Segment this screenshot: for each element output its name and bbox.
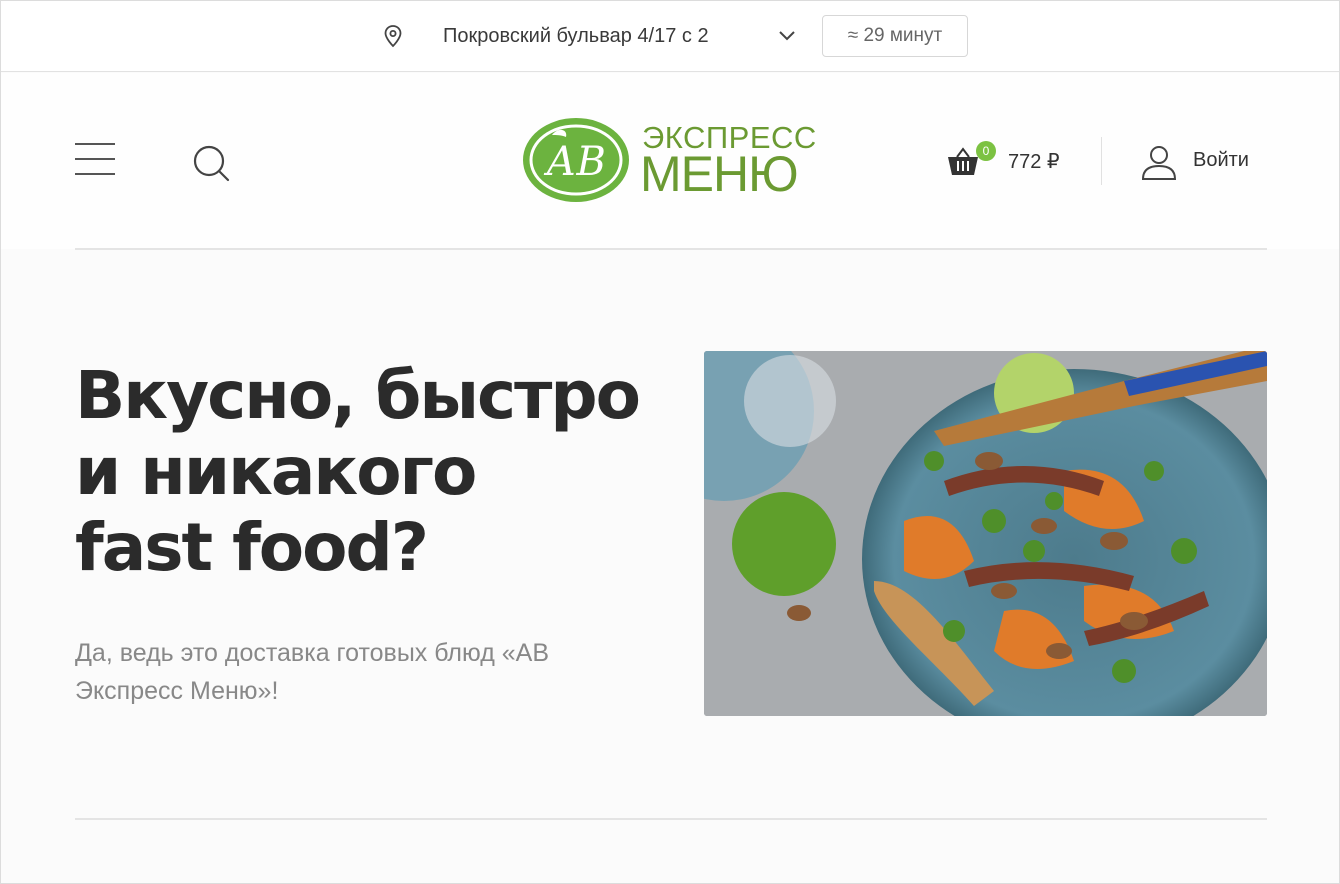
- login-link[interactable]: Войти: [1193, 149, 1249, 172]
- cart-icon[interactable]: [946, 147, 980, 177]
- menu-icon[interactable]: [75, 143, 115, 177]
- divider: [75, 818, 1267, 820]
- site-header: АВ ЭКСПРЕСС МЕНЮ 0 772 ₽ Войти: [0, 73, 1340, 249]
- logo-monogram: АВ: [543, 139, 606, 185]
- cart-sum[interactable]: 772 ₽: [1008, 149, 1060, 174]
- logo-line2: МЕНЮ: [640, 146, 799, 202]
- divider: [1101, 137, 1102, 185]
- search-icon[interactable]: [191, 143, 231, 183]
- address-bar: Покровский бульвар 4/17 с 2 ≈ 29 минут: [0, 0, 1340, 72]
- hero-food-image: [704, 351, 1267, 716]
- hero-title: Вкусно, быстро и никакого fast food?: [75, 357, 641, 586]
- delivery-time-badge: ≈ 29 минут: [822, 15, 968, 57]
- cart-count-badge: 0: [976, 141, 996, 161]
- location-pin-icon: [384, 25, 402, 48]
- hero-subtitle: Да, ведь это доставка готовых блюд «АВ Э…: [75, 639, 550, 705]
- divider: [75, 248, 1267, 250]
- delivery-address[interactable]: Покровский бульвар 4/17 с 2: [443, 24, 709, 48]
- user-icon[interactable]: [1140, 143, 1178, 181]
- chevron-down-icon[interactable]: [778, 28, 796, 42]
